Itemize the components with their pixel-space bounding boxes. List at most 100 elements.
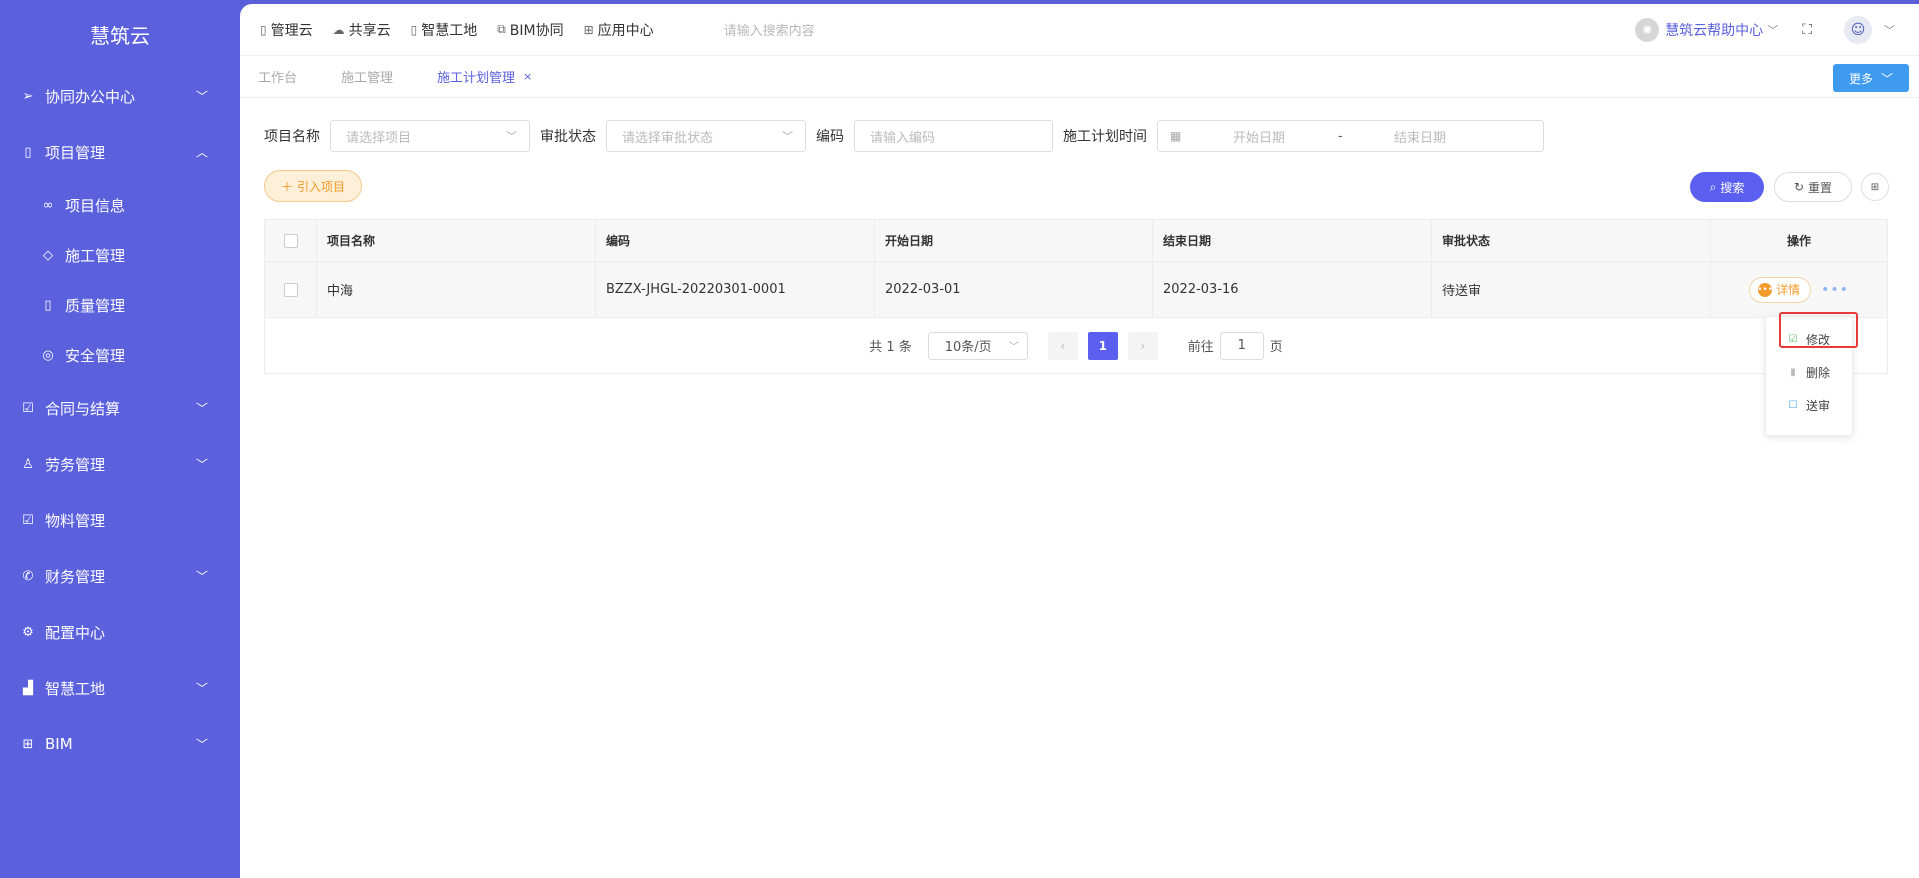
sidebar-subitem-project-info[interactable]: ∞ 项目信息	[0, 180, 240, 230]
header-cell: 操作	[1786, 234, 1811, 248]
prev-page-button[interactable]: ‹	[1047, 331, 1078, 360]
sidebar-item-labor[interactable]: ♙ 劳务管理 ﹀	[0, 436, 240, 492]
global-search-input[interactable]: 请输入搜索内容	[724, 20, 815, 39]
project-label: 项目名称	[264, 129, 320, 145]
grid-icon: ⊞	[22, 736, 34, 752]
top-nav: ▯ 管理云 ☁ 共享云 ▯ 智慧工地 ⧉ BIM协同 ⊞ 应用中心	[260, 20, 654, 40]
date-range-picker[interactable]: ▦ 开始日期 - 结束日期	[1157, 120, 1544, 152]
goto-page-input[interactable]: 1	[1219, 331, 1264, 360]
delete-menu-item[interactable]: ▮ 删除	[1766, 356, 1852, 389]
sidebar-item-finance[interactable]: ✆ 财务管理 ﹀	[0, 548, 240, 604]
header-cell: 审批状态	[1432, 220, 1711, 261]
sidebar-subitem-construction[interactable]: ◇ 施工管理	[0, 230, 240, 280]
time-label: 施工计划时间	[1063, 129, 1147, 145]
project-name-cell: 中海	[317, 262, 596, 317]
sidebar-item-label: 财务管理	[45, 567, 106, 586]
sidebar-item-label: 物料管理	[45, 511, 106, 530]
column-settings-icon[interactable]: ⊞	[1861, 173, 1889, 201]
sidebar-item-config[interactable]: ⚙ 配置中心	[0, 604, 240, 660]
sidebar-item-label: 项目信息	[65, 196, 126, 215]
page-size-select[interactable]: 10条/页 ﹀	[927, 331, 1028, 360]
sidebar-subitem-safety[interactable]: ◎ 安全管理	[0, 330, 240, 380]
end-date-input[interactable]: 结束日期	[1394, 127, 1446, 146]
next-page-button[interactable]: ›	[1127, 331, 1158, 360]
search-icon: ⌕	[1709, 179, 1717, 194]
sidebar-item-label: 施工管理	[65, 246, 126, 265]
table-row[interactable]: 中海 BZZX-JHGL-20220301-0001 2022-03-01 20…	[265, 261, 1887, 317]
header-cell: 开始日期	[875, 220, 1153, 261]
app-logo: 慧筑云	[90, 23, 150, 48]
send-icon: ➢	[22, 88, 34, 104]
chevron-down-icon: ﹀	[195, 401, 208, 416]
code-cell: BZZX-JHGL-20220301-0001	[596, 262, 875, 317]
sidebar-subitem-quality[interactable]: ▯ 质量管理	[0, 280, 240, 330]
chevron-down-icon[interactable]: ﹀	[1884, 22, 1895, 38]
table-header: 项目名称 编码 开始日期 结束日期 审批状态 操作	[265, 220, 1887, 261]
tab-construction[interactable]: 施工管理	[341, 67, 393, 86]
sidebar-item-contract[interactable]: ☑ 合同与结算 ﹀	[0, 380, 240, 436]
more-actions-icon[interactable]: •••	[1821, 282, 1849, 298]
start-date-cell: 2022-03-01	[875, 262, 1153, 317]
more-dots-icon: •••	[1757, 282, 1774, 297]
topnav-bim[interactable]: ⧉ BIM协同	[497, 20, 563, 40]
tab-workbench[interactable]: 工作台	[258, 67, 297, 86]
goto-label: 前往	[1187, 340, 1214, 355]
reset-button[interactable]: ↻ 重置	[1774, 172, 1852, 202]
edit-doc-icon: ☑	[22, 400, 34, 416]
select-all-checkbox[interactable]	[283, 233, 298, 248]
total-count: 共 1 条	[869, 340, 912, 355]
end-date-cell: 2022-03-16	[1153, 262, 1432, 317]
page-size-value: 10条/页	[944, 340, 992, 355]
tab-label: 工作台	[258, 71, 298, 86]
sidebar-item-bim[interactable]: ⊞ BIM ﹀	[0, 716, 240, 772]
topnav-share-cloud[interactable]: ☁ 共享云	[333, 20, 391, 40]
sidebar-item-project[interactable]: ▯ 项目管理 ︿	[0, 124, 240, 180]
row-checkbox[interactable]	[283, 282, 298, 297]
book-icon: ▯	[24, 144, 32, 160]
status-label: 审批状态	[540, 129, 596, 145]
code-label: 编码	[816, 129, 844, 145]
tab-construction-plan[interactable]: 施工计划管理 ×	[437, 67, 532, 86]
calendar-icon: ▦	[1170, 129, 1182, 143]
chevron-down-icon: ﹀	[195, 569, 208, 584]
pagination: 共 1 条 10条/页 ﹀ ‹ 1 › 前往 1 页	[265, 317, 1887, 373]
sidebar: 慧筑云 ➢ 协同办公中心 ﹀ ▯ 项目管理 ︿ ∞ 项目信息 ◇ 施工管理 ▯ …	[0, 0, 240, 878]
topnav-management-cloud[interactable]: ▯ 管理云	[260, 20, 313, 40]
button-label: 搜索	[1720, 180, 1745, 195]
sidebar-item-label: 劳务管理	[45, 455, 106, 474]
chevron-down-icon[interactable]: ﹀	[1767, 22, 1778, 38]
menu-label: 送审	[1806, 399, 1831, 413]
chevron-down-icon: ﹀	[1008, 342, 1019, 353]
topnav-label: 智慧工地	[421, 22, 478, 39]
actions-cell: ••• 详情 •••	[1711, 262, 1887, 317]
status-select[interactable]: 请选择审批状态 ﹀	[606, 120, 806, 152]
detail-button[interactable]: ••• 详情	[1749, 276, 1812, 303]
sidebar-item-smart-site[interactable]: ▟ 智慧工地 ﹀	[0, 660, 240, 716]
more-button[interactable]: 更多 ﹀	[1833, 64, 1909, 92]
sidebar-item-office[interactable]: ➢ 协同办公中心 ﹀	[0, 68, 240, 124]
refresh-icon: ↻	[1793, 180, 1805, 194]
submit-doc-icon: ☐	[1788, 400, 1798, 411]
chevron-down-icon: ﹀	[1881, 71, 1894, 86]
close-icon[interactable]: ×	[523, 70, 532, 83]
page-number-button[interactable]: 1	[1087, 331, 1118, 360]
more-label: 更多	[1848, 71, 1873, 86]
phone-icon: ✆	[22, 568, 34, 584]
row-checkbox-cell	[265, 262, 317, 317]
avatar[interactable]: ☺	[1844, 16, 1872, 44]
start-date-input[interactable]: 开始日期	[1233, 127, 1285, 146]
help-center-link[interactable]: 慧筑云帮助中心	[1665, 20, 1763, 40]
tag-icon: ◇	[43, 247, 53, 263]
sidebar-item-label: 安全管理	[65, 346, 126, 365]
sidebar-item-material[interactable]: ☑ 物料管理	[0, 492, 240, 548]
code-input[interactable]: 请输入编码	[854, 120, 1053, 152]
search-button[interactable]: ⌕ 搜索	[1690, 172, 1764, 202]
import-project-button[interactable]: ＋ 引入项目	[264, 170, 362, 202]
topnav-smart-site[interactable]: ▯ 智慧工地	[411, 20, 478, 40]
project-select[interactable]: 请选择项目 ﹀	[330, 120, 530, 152]
header-cell: 编码	[596, 220, 875, 261]
topnav-app-center[interactable]: ⊞ 应用中心	[584, 20, 654, 40]
button-label: 重置	[1808, 180, 1833, 195]
submit-review-menu-item[interactable]: ☐ 送审	[1766, 389, 1852, 422]
fullscreen-icon[interactable]: ⛶	[1802, 22, 1812, 38]
